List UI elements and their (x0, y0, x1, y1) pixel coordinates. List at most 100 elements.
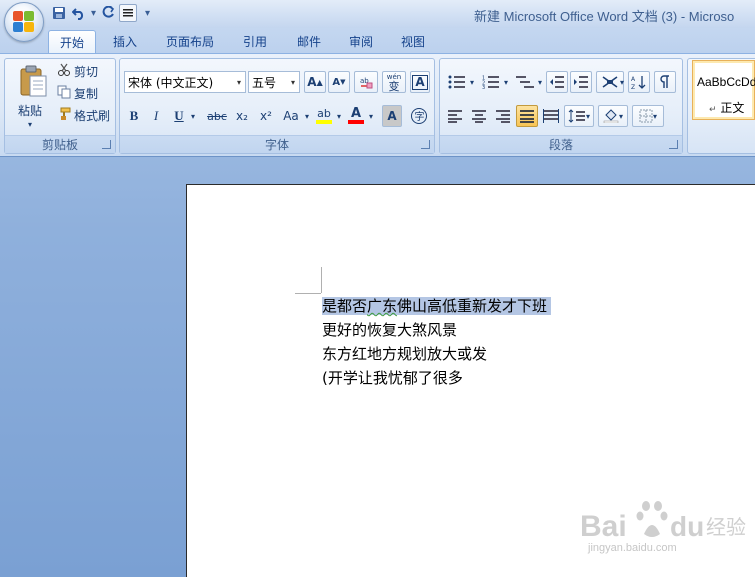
tab-home[interactable]: 开始 (48, 30, 96, 53)
selected-text: 是都否广东佛山高低重新发才下班 (322, 297, 552, 315)
clipboard-group: 粘贴 ▾ 剪切 复制 格式刷 剪贴板 (4, 58, 116, 154)
paragraph-launcher-icon[interactable] (669, 140, 678, 149)
align-left-button[interactable] (444, 105, 466, 127)
font-color-button[interactable]: A (346, 105, 366, 127)
document-line-4[interactable]: (开学让我忧郁了很多 (322, 367, 463, 389)
numbering-button[interactable]: 123 (478, 71, 504, 93)
format-icon[interactable] (119, 4, 138, 22)
font-color-dropdown-icon[interactable]: ▾ (366, 105, 376, 127)
document-line-2[interactable]: 更好的恢复大煞风景 (322, 319, 457, 341)
decrease-indent-button[interactable] (546, 71, 568, 93)
paste-icon[interactable] (19, 65, 49, 99)
redo-icon[interactable] (99, 4, 117, 22)
underline-dropdown-icon[interactable]: ▾ (188, 105, 198, 127)
tab-mailings[interactable]: 邮件 (288, 30, 330, 53)
quick-access-toolbar: ▾ ▾ (48, 3, 151, 23)
copy-icon (57, 85, 71, 102)
tab-review[interactable]: 审阅 (340, 30, 382, 53)
save-icon[interactable] (50, 4, 68, 22)
chinese-layout-dropdown-icon[interactable]: ▾ (618, 71, 626, 93)
font-name-dropdown-icon[interactable]: ▾ (233, 72, 245, 92)
line-spacing-button[interactable]: ▾ (564, 105, 594, 127)
char-border-button[interactable]: A (410, 71, 430, 93)
paste-dropdown-icon[interactable]: ▾ (23, 119, 37, 129)
format-painter-button[interactable]: 格式刷 (57, 105, 110, 125)
highlight-button[interactable]: ab (312, 105, 336, 127)
office-button[interactable] (4, 2, 44, 42)
svg-text:A: A (631, 76, 636, 83)
document-line-1-text: 是都否广东佛山高低重新发才下班 (322, 297, 548, 315)
align-center-button[interactable] (468, 105, 490, 127)
style-normal[interactable]: AaBbCcDd ↵ 正文 (692, 60, 755, 120)
increase-indent-icon (574, 76, 588, 88)
change-case-dropdown-icon[interactable]: ▾ (302, 105, 312, 127)
font-launcher-icon[interactable] (421, 140, 430, 149)
baidu-watermark: Bai du 经验 jingyan.baidu.com (580, 492, 750, 572)
justify-button[interactable] (516, 105, 538, 127)
font-size-combo[interactable]: 五号 ▾ (248, 71, 300, 93)
shading-button[interactable]: ▾ (598, 105, 628, 127)
style-preview: AaBbCcDd (697, 75, 755, 89)
multilevel-list-icon (516, 76, 534, 88)
multilevel-dropdown-icon[interactable]: ▾ (536, 71, 544, 93)
office-logo-icon (13, 11, 35, 33)
subscript-button[interactable]: x₂ (232, 105, 252, 127)
copy-button[interactable]: 复制 (57, 83, 98, 103)
customize-qat-icon[interactable]: ▾ (145, 8, 150, 19)
underline-button[interactable]: U (170, 105, 188, 127)
tab-view[interactable]: 视图 (392, 30, 434, 53)
window-title: 新建 Microsoft Office Word 文档 (3) - Micros… (474, 9, 735, 24)
paste-button[interactable]: 粘贴 (13, 101, 47, 119)
phonetic-guide-button[interactable]: wén 变 (382, 71, 406, 93)
bullets-dropdown-icon[interactable]: ▾ (468, 71, 476, 93)
paragraph-mark-small-icon: ↵ (709, 105, 717, 115)
increase-indent-button[interactable] (570, 71, 592, 93)
watermark-url: jingyan.baidu.com (588, 542, 677, 554)
show-marks-button[interactable] (654, 71, 676, 93)
tab-insert[interactable]: 插入 (104, 30, 146, 53)
clear-format-button[interactable]: ab (354, 71, 378, 93)
bold-button[interactable]: B (124, 105, 144, 127)
ribbon: 粘贴 ▾ 剪切 复制 格式刷 剪贴板 宋体 (中文正文) ▾ 五号 ▾ A ▲ … (0, 53, 755, 157)
undo-icon[interactable] (70, 4, 88, 22)
cut-button[interactable]: 剪切 (57, 61, 98, 81)
svg-text:Bai: Bai (580, 510, 627, 543)
shrink-font-button[interactable]: A ▼ (328, 71, 350, 93)
paragraph-mark-icon (660, 75, 669, 88)
numbering-icon: 123 (482, 76, 499, 89)
char-shading-button[interactable]: A (382, 105, 402, 127)
distributed-button[interactable] (540, 105, 562, 127)
font-group-label: 字体 (120, 135, 434, 153)
change-case-button[interactable]: Aa (280, 105, 302, 127)
undo-dropdown-icon[interactable]: ▾ (91, 8, 96, 19)
numbering-dropdown-icon[interactable]: ▾ (502, 71, 510, 93)
align-left-icon (448, 110, 462, 123)
document-line-1[interactable]: 是都否广东佛山高低重新发才下班 (322, 295, 552, 317)
font-name-combo[interactable]: 宋体 (中文正文) ▾ (124, 71, 246, 93)
line-spacing-icon (568, 109, 585, 123)
svg-text:3: 3 (482, 85, 485, 89)
enclose-char-button[interactable]: 字 (408, 105, 430, 127)
clear-format-icon: ab (360, 77, 373, 89)
bullets-icon (448, 75, 465, 89)
bullets-button[interactable] (444, 71, 470, 93)
grow-font-button[interactable]: A ▲ (304, 71, 326, 93)
clipboard-launcher-icon[interactable] (102, 140, 111, 149)
svg-text:字: 字 (415, 110, 425, 123)
clipboard-group-label: 剪贴板 (5, 135, 115, 153)
strikethrough-button[interactable]: abc (204, 105, 230, 127)
paint-bucket-icon (603, 109, 619, 123)
document-line-3[interactable]: 东方红地方规划放大或发 (322, 343, 487, 365)
highlight-color-swatch (316, 120, 332, 124)
tab-references[interactable]: 引用 (234, 30, 276, 53)
tab-page-layout[interactable]: 页面布局 (158, 30, 222, 53)
font-size-dropdown-icon[interactable]: ▾ (287, 72, 299, 92)
sort-button[interactable]: AZ (628, 71, 650, 93)
italic-button[interactable]: I (146, 105, 166, 127)
highlight-dropdown-icon[interactable]: ▾ (334, 105, 344, 127)
superscript-button[interactable]: x² (256, 105, 276, 127)
multilevel-list-button[interactable] (512, 71, 538, 93)
borders-button[interactable]: ▾ (632, 105, 664, 127)
align-right-button[interactable] (492, 105, 514, 127)
cut-label: 剪切 (74, 64, 99, 79)
